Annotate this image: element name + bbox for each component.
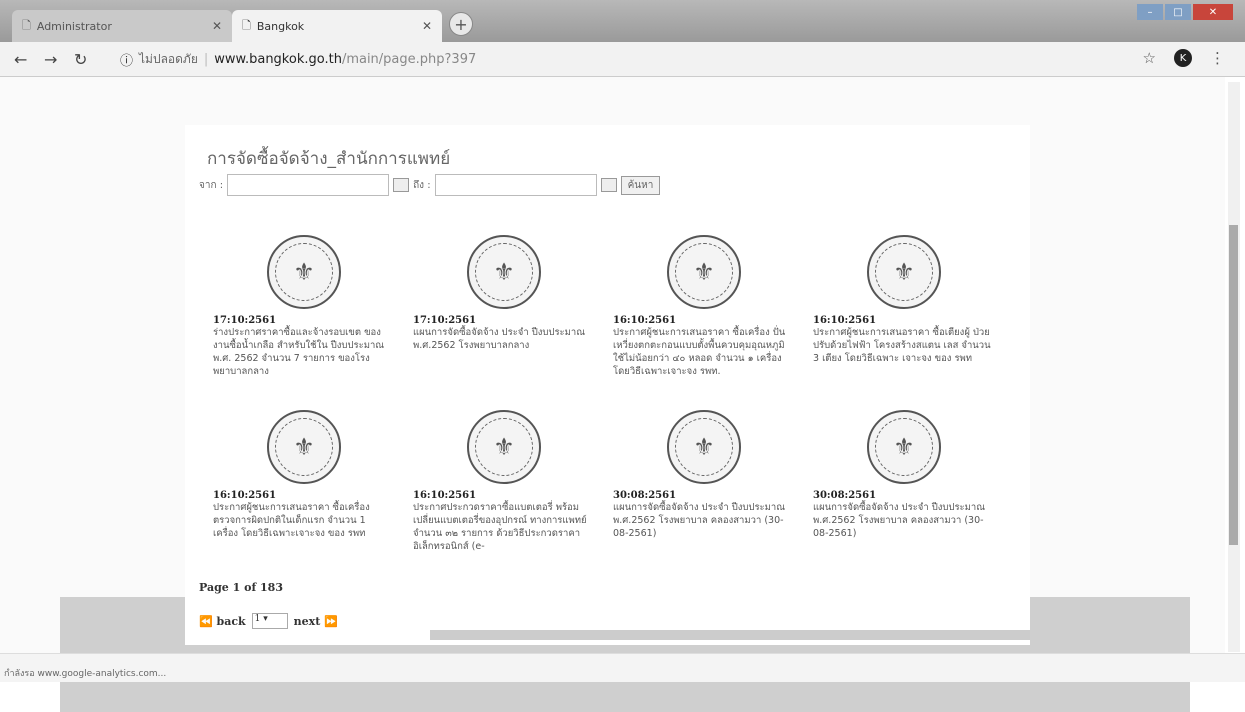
browser-toolbar: ← → ↻ ⓘ ไม่ปลอดภัย | www.bangkok.go.th/m… xyxy=(0,42,1245,77)
item-text[interactable]: ร่างประกาศราคาซื้อและจ้างรอบเขต ของงานซื… xyxy=(213,326,393,378)
url-host: www.bangkok.go.th xyxy=(214,51,342,67)
item-date: 30:08:2561 xyxy=(813,490,877,501)
bangkok-seal-icon: ⚜ xyxy=(467,410,541,484)
content-panel: การจัดซื้อจัดจ้าง_สำนักการแพทย์ จาก : ถึ… xyxy=(185,125,1030,645)
bangkok-seal-icon: ⚜ xyxy=(267,235,341,309)
bangkok-seal-icon: ⚜ xyxy=(667,235,741,309)
maximize-button[interactable]: □ xyxy=(1165,4,1191,20)
item-date: 16:10:2561 xyxy=(613,315,677,326)
list-item[interactable]: ⚜ 17:10:2561 แผนการจัดซื้อจัดจ้าง ประจำ … xyxy=(413,235,593,352)
url-path: /main/page.php?397 xyxy=(341,51,477,67)
reload-icon[interactable]: ↻ xyxy=(74,50,87,69)
forward-arrow-icon[interactable]: → xyxy=(44,50,57,69)
item-text[interactable]: แผนการจัดซื้อจัดจ้าง ประจำ ปีงบประมาณ พ.… xyxy=(613,501,793,540)
list-item[interactable]: ⚜ 16:10:2561 ประกาศผู้ชนะการเสนอราคา ซื้… xyxy=(613,235,793,378)
list-item[interactable]: ⚜ 30:08:2561 แผนการจัดซื้อจัดจ้าง ประจำ … xyxy=(813,410,993,540)
avatar[interactable]: K xyxy=(1174,49,1192,67)
calendar-icon[interactable] xyxy=(600,178,617,192)
back-arrow-icon[interactable]: ← xyxy=(14,50,27,69)
bookmark-star-icon[interactable]: ☆ xyxy=(1143,49,1156,67)
to-date-input[interactable] xyxy=(434,174,597,196)
item-date: 17:10:2561 xyxy=(413,315,477,326)
page-title: การจัดซื้อจัดจ้าง_สำนักการแพทย์ xyxy=(207,149,451,169)
tab-label: Bangkok xyxy=(256,19,305,33)
bangkok-seal-icon: ⚜ xyxy=(467,235,541,309)
close-icon[interactable]: ✕ xyxy=(422,19,432,33)
bangkok-seal-icon: ⚜ xyxy=(267,410,341,484)
back-link[interactable]: ⏪ back xyxy=(199,615,246,628)
tab-label: Administrator xyxy=(36,19,112,33)
minimize-button[interactable]: – xyxy=(1137,4,1163,20)
menu-icon[interactable]: ⋮ xyxy=(1210,49,1225,67)
bangkok-seal-icon: ⚜ xyxy=(667,410,741,484)
page-icon: 🗋 xyxy=(242,18,251,32)
window-controls: – □ ✕ xyxy=(1137,4,1233,20)
item-date: 16:10:2561 xyxy=(213,490,277,501)
horizontal-scrollbar[interactable] xyxy=(430,630,1030,640)
url-divider: | xyxy=(203,51,209,67)
page-select[interactable]: 1 ▾ xyxy=(251,613,288,629)
bangkok-seal-icon: ⚜ xyxy=(867,235,941,309)
tab-administrator[interactable]: 🗋 Administrator ✕ xyxy=(12,10,232,42)
to-label: ถึง : xyxy=(413,179,431,191)
from-date-input[interactable] xyxy=(227,174,390,196)
browser-titlebar: 🗋 Administrator ✕ 🗋 Bangkok ✕ + – □ ✕ xyxy=(0,0,1245,42)
close-window-button[interactable]: ✕ xyxy=(1193,4,1233,20)
page-icon: 🗋 xyxy=(22,18,31,32)
scrollbar-thumb[interactable] xyxy=(1229,225,1238,545)
page-summary: Page 1 of 183 xyxy=(199,581,283,594)
item-date: 30:08:2561 xyxy=(613,490,677,501)
item-text[interactable]: แผนการจัดซื้อจัดจ้าง ประจำ ปีงบประมาณ พ.… xyxy=(813,501,993,540)
status-text: กำลังรอ www.google-analytics.com... xyxy=(4,669,167,679)
tab-bangkok[interactable]: 🗋 Bangkok ✕ xyxy=(232,10,442,42)
list-item[interactable]: ⚜ 17:10:2561 ร่างประกาศราคาซื้อและจ้างรอ… xyxy=(213,235,393,378)
list-item[interactable]: ⚜ 16:10:2561 ประกาศผู้ชนะการเสนอราคา ซื้… xyxy=(213,410,393,540)
address-bar[interactable]: ⓘ ไม่ปลอดภัย | www.bangkok.go.th/main/pa… xyxy=(120,48,476,70)
next-link[interactable]: next ⏩ xyxy=(294,615,338,628)
toolbar-right: ☆ K ⋮ xyxy=(1143,49,1225,67)
item-text[interactable]: ประกาศผู้ชนะการเสนอราคา ซื้อเตียงผู้ ป่ว… xyxy=(813,326,993,365)
list-item[interactable]: ⚜ 30:08:2561 แผนการจัดซื้อจัดจ้าง ประจำ … xyxy=(613,410,793,540)
item-text[interactable]: ประกาศประกวดราคาซื้อแบตเตอรี่ พร้อมเปลี่… xyxy=(413,501,593,553)
item-date: 16:10:2561 xyxy=(413,490,477,501)
info-icon[interactable]: ⓘ xyxy=(120,50,133,69)
item-text[interactable]: ประกาศผู้ชนะการเสนอราคา ซื้อเครื่อง ตรวจ… xyxy=(213,501,393,540)
item-text[interactable]: แผนการจัดซื้อจัดจ้าง ประจำ ปีงบประมาณ พ.… xyxy=(413,326,593,352)
item-date: 17:10:2561 xyxy=(213,315,277,326)
list-item[interactable]: ⚜ 16:10:2561 ประกาศผู้ชนะการเสนอราคา ซื้… xyxy=(813,235,993,365)
status-bar: กำลังรอ www.google-analytics.com... xyxy=(0,653,1245,682)
item-date: 16:10:2561 xyxy=(813,315,877,326)
new-tab-button[interactable]: + xyxy=(449,12,473,36)
from-label: จาก : xyxy=(199,179,224,191)
search-button[interactable]: ค้นหา xyxy=(620,175,661,195)
pagination-nav: ⏪ back 1 ▾ next ⏩ xyxy=(199,613,338,629)
security-label: ไม่ปลอดภัย xyxy=(139,51,198,66)
list-item[interactable]: ⚜ 16:10:2561 ประกาศประกวดราคาซื้อแบตเตอร… xyxy=(413,410,593,553)
bangkok-seal-icon: ⚜ xyxy=(867,410,941,484)
search-row: จาก : ถึง : ค้นหา xyxy=(199,174,661,196)
item-text[interactable]: ประกาศผู้ชนะการเสนอราคา ซื้อเครื่อง ปั่น… xyxy=(613,326,793,378)
calendar-icon[interactable] xyxy=(393,178,410,192)
close-icon[interactable]: ✕ xyxy=(212,19,222,33)
